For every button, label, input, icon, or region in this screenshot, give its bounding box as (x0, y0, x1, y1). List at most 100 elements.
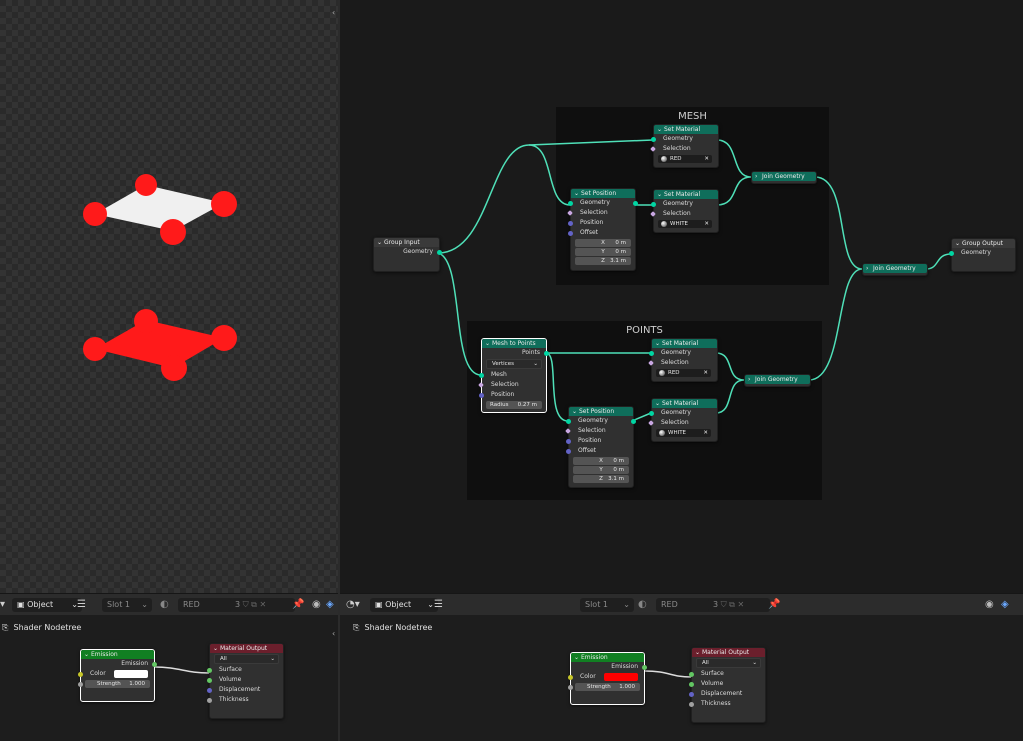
material-field[interactable]: WHITE ✕ (658, 220, 712, 228)
overlay-icon[interactable]: ◉ (985, 599, 994, 611)
material-users-field[interactable]: 3 ⛉ ⧉ ✕ (230, 598, 295, 612)
chevron-down-icon[interactable]: ⌄ (655, 399, 660, 408)
fake-user-shield-icon[interactable]: ⛉ ⧉ ✕ (243, 600, 267, 609)
join-geometry-node[interactable]: › Join Geometry (862, 263, 928, 276)
close-icon[interactable]: ✕ (703, 369, 708, 377)
geometry-socket[interactable] (633, 200, 638, 206)
editor-type-icon[interactable]: ▾ (0, 599, 5, 611)
chevron-down-icon[interactable]: ⌄ (213, 644, 218, 653)
boolean-socket[interactable] (650, 210, 656, 217)
geometry-socket[interactable] (568, 200, 573, 206)
target-dropdown[interactable]: All ⌄ (214, 654, 279, 664)
shader-socket[interactable] (207, 677, 212, 683)
float-socket[interactable] (207, 697, 212, 703)
chevron-down-icon[interactable]: ⌄ (377, 238, 382, 247)
geometry-socket[interactable] (437, 249, 442, 255)
chevron-down-icon[interactable]: ⌄ (655, 339, 660, 348)
vector-socket[interactable] (689, 691, 694, 697)
shader-socket[interactable] (689, 671, 694, 677)
geometry-socket[interactable] (651, 201, 656, 207)
chevron-right-icon[interactable]: › (866, 264, 868, 273)
material-field[interactable]: WHITE ✕ (656, 429, 711, 437)
color-socket[interactable] (568, 674, 573, 680)
geometry-socket[interactable] (566, 418, 571, 424)
material-field[interactable]: RED ✕ (656, 369, 711, 377)
close-icon[interactable]: ✕ (704, 220, 709, 228)
offset-x-field[interactable]: X 0 m (575, 239, 631, 247)
chevron-down-icon[interactable]: ⌄ (657, 125, 662, 134)
geometry-socket[interactable] (649, 410, 654, 416)
close-icon[interactable]: ✕ (704, 155, 709, 163)
chevron-down-icon[interactable]: ⌄ (955, 239, 960, 248)
snap-icon[interactable]: ◈ (326, 599, 334, 611)
boolean-socket[interactable] (565, 427, 571, 434)
join-geometry-node[interactable]: › Join Geometry (751, 171, 817, 184)
shader-socket[interactable] (689, 681, 694, 687)
slot-dropdown[interactable]: Slot 1 ⌄ (580, 598, 634, 612)
color-swatch[interactable] (604, 673, 638, 681)
shader-socket[interactable] (207, 667, 212, 673)
material-field[interactable]: RED ✕ (658, 155, 712, 163)
shader-socket[interactable] (642, 664, 647, 670)
snap-icon[interactable]: ◈ (1001, 599, 1009, 611)
set-material-white-node[interactable]: ⌄ Set Material Geometry Selection WHITE ✕ (648, 398, 718, 442)
set-material-red-node[interactable]: ⌄ Set Material Geometry Selection RED ✕ (648, 338, 718, 382)
vector-socket[interactable] (566, 448, 571, 454)
geometry-socket[interactable] (544, 350, 549, 356)
float-socket[interactable] (568, 684, 573, 690)
pin-icon[interactable]: 📌 (292, 599, 304, 611)
group-input-node[interactable]: ⌄ Group Input Geometry (373, 237, 442, 272)
mode-dropdown[interactable]: Vertices ⌄ (486, 359, 542, 369)
fake-user-shield-icon[interactable]: ⛉ ⧉ ✕ (721, 600, 745, 609)
material-name-field[interactable]: RED (656, 598, 712, 612)
overlay-icon[interactable]: ◉ (312, 599, 321, 611)
group-output-node[interactable]: ⌄ Group Output Geometry (949, 238, 1016, 272)
offset-y-field[interactable]: Y 0 m (575, 248, 631, 256)
left-shader-editor[interactable]: ⎘ Shader Nodetree ‹ ⌄ Emission Emission C… (0, 615, 338, 741)
menu-icon[interactable]: ☰ (434, 599, 443, 611)
boolean-socket[interactable] (648, 359, 654, 366)
boolean-socket[interactable] (478, 381, 484, 388)
chevron-down-icon[interactable]: ⌄ (485, 339, 490, 348)
chevron-down-icon[interactable]: ⌄ (657, 190, 662, 199)
chevron-down-icon[interactable]: ⌄ (695, 648, 700, 657)
chevron-right-icon[interactable]: › (748, 375, 750, 384)
object-mode-dropdown[interactable]: ▣ Object ⌄ (12, 598, 82, 612)
editor-type-icon[interactable]: ◔▾ (346, 599, 360, 611)
strength-field[interactable]: Strength 1.000 (78, 680, 150, 688)
material-output-node[interactable]: ⌄ Material Output All ⌄ Surface Volume Dis… (689, 647, 766, 723)
chevron-down-icon[interactable]: ⌄ (572, 407, 577, 416)
material-browse-icon[interactable]: ◐ (638, 599, 647, 611)
target-dropdown[interactable]: All ⌄ (696, 658, 761, 668)
vector-socket[interactable] (479, 392, 484, 398)
float-socket[interactable] (689, 701, 694, 707)
offset-x-field[interactable]: X 0 m (573, 457, 629, 465)
offset-y-field[interactable]: Y 0 m (573, 466, 629, 474)
geometry-socket[interactable] (479, 372, 484, 378)
slot-dropdown[interactable]: Slot 1 ⌄ (102, 598, 152, 612)
chevron-down-icon[interactable]: ⌄ (574, 189, 579, 198)
chevron-down-icon[interactable]: ⌄ (574, 653, 579, 662)
offset-z-field[interactable]: Z 3.1 m (575, 257, 631, 265)
mesh-to-points-node[interactable]: ⌄ Mesh to Points Points Vertices ⌄ Mesh Se… (478, 338, 549, 413)
geometry-socket[interactable] (651, 136, 656, 142)
boolean-socket[interactable] (567, 209, 573, 216)
emission-node[interactable]: ⌄ Emission Emission Color Strength 1.000 (78, 649, 157, 702)
emission-node[interactable]: ⌄ Emission Emission Color Strength 1.000 (568, 652, 647, 705)
vector-socket[interactable] (207, 687, 212, 693)
boolean-socket[interactable] (650, 145, 656, 152)
chevron-right-icon[interactable]: › (755, 172, 757, 181)
material-name-field[interactable]: RED (178, 598, 234, 612)
color-swatch[interactable] (114, 670, 148, 678)
join-geometry-node[interactable]: › Join Geometry (744, 374, 811, 387)
set-position-node[interactable]: ⌄ Set Position Geometry Selection Positio… (567, 188, 638, 271)
vector-socket[interactable] (568, 220, 573, 226)
shader-socket[interactable] (152, 661, 157, 667)
pin-icon[interactable]: 📌 (768, 599, 780, 611)
geometry-socket[interactable] (949, 250, 954, 256)
set-material-red-node[interactable]: ⌄ Set Material Geometry Selection RED ✕ (650, 124, 719, 168)
offset-z-field[interactable]: Z 3.1 m (573, 475, 629, 483)
geometry-socket[interactable] (631, 418, 636, 424)
boolean-socket[interactable] (648, 419, 654, 426)
strength-field[interactable]: Strength 1.000 (568, 683, 640, 691)
